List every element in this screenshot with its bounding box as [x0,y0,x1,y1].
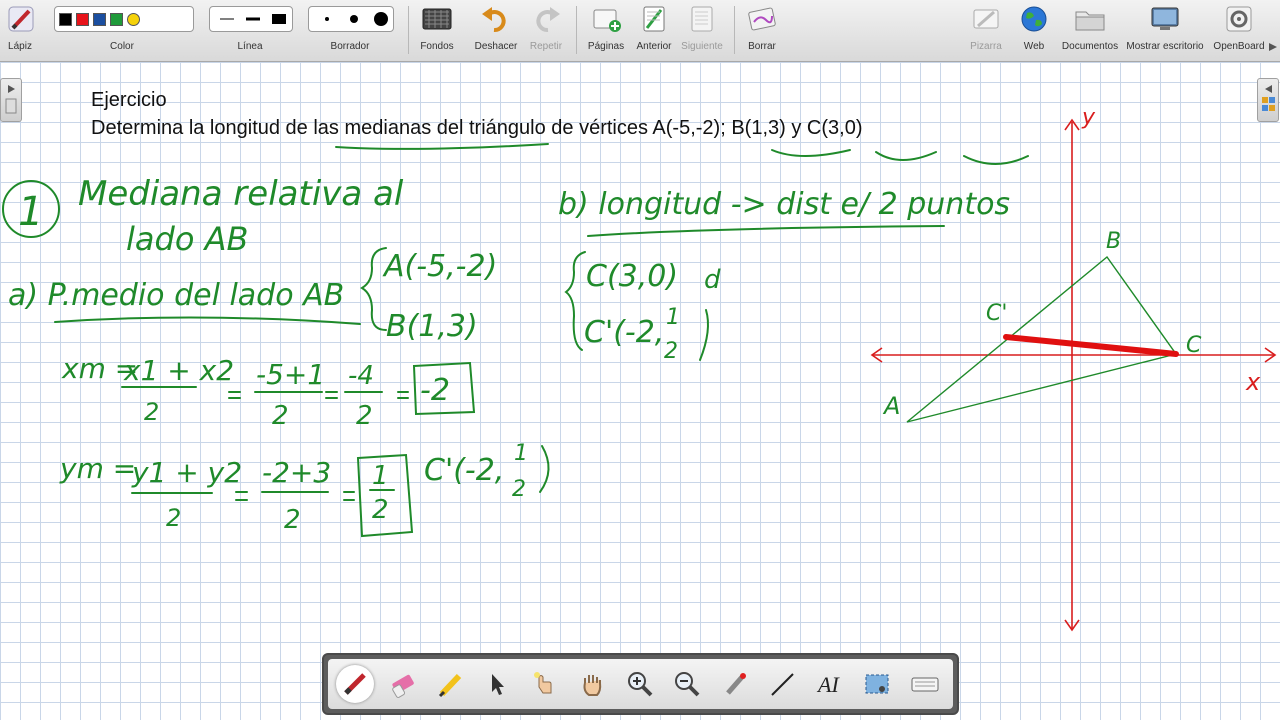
heading-line2: lado AB [126,220,248,258]
equals-sign [325,391,338,399]
step-number: 1 [18,189,43,235]
text-tool-button[interactable]: AI [811,665,849,703]
interact-tool-button[interactable] [525,665,563,703]
ym-numerator: y1 + y2 [131,456,242,489]
ym-step1-denominator: 2 [284,505,301,535]
ym-step1-numerator: -2+3 [262,456,331,489]
eraser-icon [392,674,414,698]
stylus-palette: AI [322,653,959,715]
capture-tool-button[interactable] [858,665,896,703]
y-axis-label: y [1081,105,1096,130]
c-prime-2-numerator: 1 [666,305,680,330]
virtual-keyboard-button[interactable] [906,665,944,703]
underline-medianas [335,143,549,150]
line-tool-button[interactable] [763,665,801,703]
underline-point-a [771,149,851,157]
eraser-tool-button[interactable] [383,665,421,703]
equals-sign [343,491,355,501]
brace-points-ab [360,247,387,331]
xm-numerator: x1 + x2 [123,354,234,387]
text-icon: AI [816,672,840,697]
brace-points-c [564,251,586,351]
part-a-heading: a) P.medio del lado AB [8,278,344,313]
median-line [1003,334,1179,357]
xm-step2-numerator: -4 [348,361,374,391]
ym-denominator: 2 [166,504,181,532]
vertex-a-label: A [882,392,900,420]
underline-part-b [587,225,945,237]
equals-sign [228,391,241,399]
xm-result: -2 [420,373,450,408]
c-prime-point-2: C'(-2, [584,315,664,350]
svg-text:AI: AI [816,672,840,697]
line-icon [771,673,794,696]
stylus-palette-inner: AI [328,659,953,709]
vertex-c-label: C [1186,333,1202,358]
paren-close [539,445,550,493]
ink-layer: 1 Mediana relativa al lado AB a) P.medio… [2,105,1277,632]
ym-lhs: ym = [59,452,136,485]
pointing-hand-icon [534,672,552,694]
zoom-out-icon [675,672,700,697]
laser-pointer-button[interactable] [716,665,754,703]
underline-point-c [963,155,1029,165]
point-c-label: C(3,0) [586,259,678,294]
pen-tool-button[interactable] [336,665,374,703]
underline-part-a [54,316,361,325]
pen-icon [344,673,366,695]
c-prime-numerator: 1 [514,441,528,466]
paren-close [699,309,709,361]
c-prime-2-denominator: 2 [664,339,678,364]
xm-step1-denominator: 2 [272,401,289,431]
x-axis-label: x [1245,368,1261,396]
part-b-heading: b) longitud -> dist e/ 2 puntos [558,187,1010,222]
heading-line1: Mediana relativa al [78,174,404,214]
distance-label: d [704,265,721,295]
zoom-out-button[interactable] [668,665,706,703]
equals-sign [235,491,248,501]
coordinate-graph: y x A B C C' [870,105,1277,632]
zoom-in-icon [628,672,653,697]
laser-pointer-icon [726,673,746,695]
hand-icon [583,675,602,696]
ym-result-denominator: 2 [372,495,389,525]
equals-sign [397,391,409,399]
c-prime-denominator: 2 [512,477,526,502]
selector-tool-button[interactable] [478,665,516,703]
midpoint-c-prime-label: C' [986,301,1007,326]
xm-denominator: 2 [144,398,159,426]
vertex-b-label: B [1106,229,1121,254]
hand-tool-button[interactable] [573,665,611,703]
point-b-label: B(1,3) [386,309,478,344]
underline-point-b [875,151,937,161]
xm-step2-denominator: 2 [356,401,373,431]
zoom-in-button[interactable] [621,665,659,703]
point-a-label: A(-5,-2) [382,249,497,284]
xm-step1-numerator: -5+1 [256,358,325,391]
keyboard-icon [911,677,939,692]
cursor-arrow-icon [492,674,504,695]
highlighter-icon [438,673,462,698]
ym-result-numerator: 1 [372,461,389,491]
highlighter-tool-button[interactable] [431,665,469,703]
c-prime-point: C'(-2, [424,453,504,488]
capture-icon [865,674,889,694]
